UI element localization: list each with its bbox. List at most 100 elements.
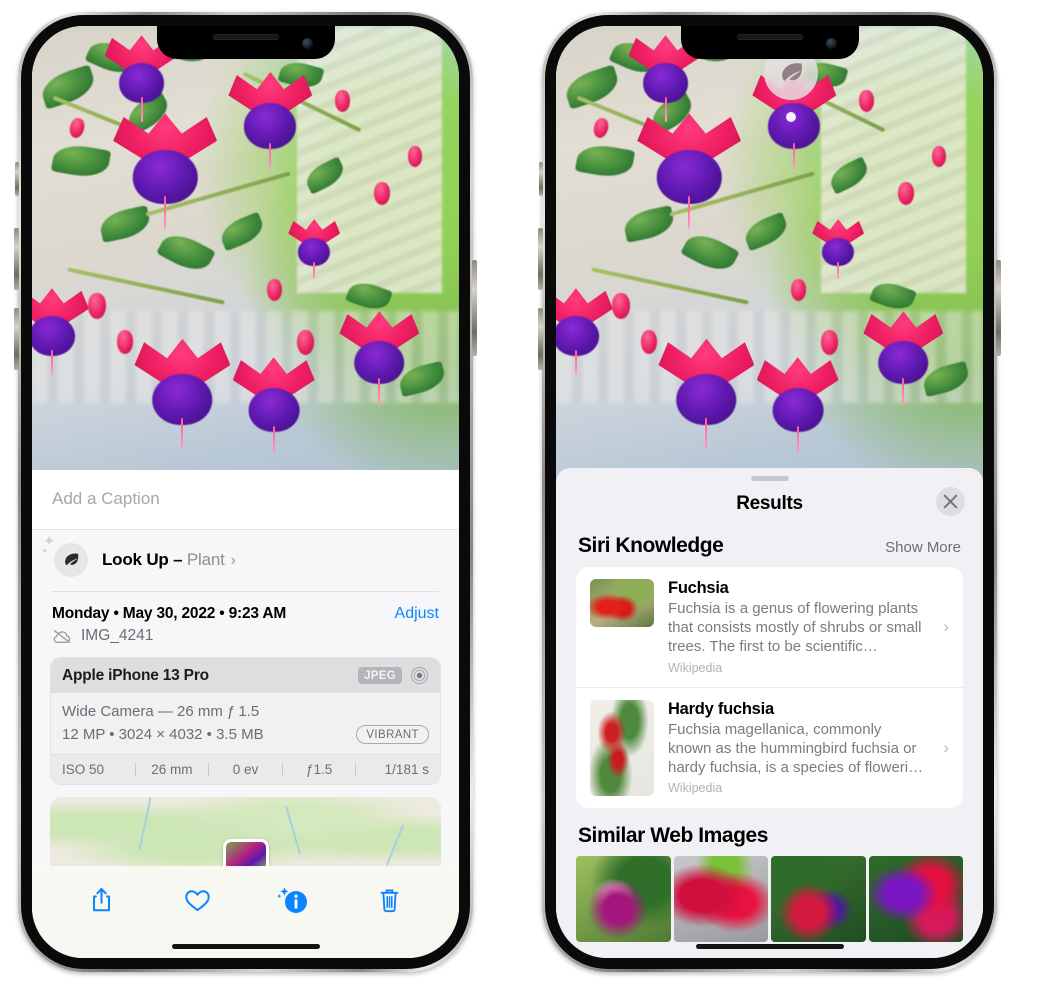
- look-up-row[interactable]: ✦ ✦ Look Up – Plant ›: [32, 530, 459, 591]
- info-sparkle-icon: [277, 887, 308, 913]
- section-title: Similar Web Images: [578, 823, 768, 847]
- photo-bloom: [812, 219, 865, 280]
- lens-line: Wide Camera — 26 mm ƒ 1.5: [62, 703, 260, 720]
- photo-bloom: [556, 288, 613, 375]
- section-title: Siri Knowledge: [578, 534, 724, 557]
- photo-bud: [820, 329, 838, 355]
- photo-bloom: [228, 72, 313, 171]
- photo-fuchsia[interactable]: [556, 26, 983, 486]
- sheet-title: Results: [736, 493, 803, 514]
- siri-knowledge-cards: Fuchsia Fuchsia is a genus of flowering …: [576, 567, 963, 808]
- share-button[interactable]: [82, 880, 122, 920]
- iphone-right: Results Siri Knowledge Show More Fuchsia…: [538, 12, 1001, 972]
- info-button[interactable]: [273, 880, 313, 920]
- similar-web-images-strip: [556, 855, 983, 942]
- pin-dot: [786, 112, 796, 122]
- result-thumbnail: [590, 579, 654, 627]
- photo-bloom: [339, 311, 420, 405]
- photo-bloom: [32, 288, 89, 375]
- result-title: Fuchsia: [668, 579, 729, 597]
- photo-bud: [790, 279, 806, 301]
- look-up-subject: Plant: [186, 550, 225, 569]
- power-button[interactable]: [472, 260, 477, 356]
- look-up-label: Look Up – Plant ›: [102, 550, 236, 570]
- format-badge: JPEG: [358, 667, 402, 684]
- web-image-thumbnail[interactable]: [576, 855, 671, 942]
- file-name: IMG_4241: [81, 627, 154, 644]
- silence-switch[interactable]: [15, 162, 19, 196]
- chevron-right-icon: ›: [230, 552, 236, 569]
- notch: [680, 26, 859, 59]
- list-item[interactable]: Fuchsia Fuchsia is a genus of flowering …: [576, 567, 963, 687]
- camera-card-body: Wide Camera — 26 mm ƒ 1.5 12 MP • 3024 ×…: [51, 693, 440, 754]
- web-image-thumbnail[interactable]: [868, 855, 963, 942]
- show-more-button[interactable]: Show More: [885, 539, 961, 556]
- result-source: Wikipedia: [668, 660, 723, 675]
- camera-model: Apple iPhone 13 Pro: [62, 666, 209, 684]
- file-row: IMG_4241: [32, 623, 459, 657]
- result-description: Fuchsia magellanica, commonly known as t…: [668, 720, 924, 776]
- photo-bloom: [232, 357, 315, 454]
- similar-web-images-header: Similar Web Images: [556, 808, 983, 856]
- siri-knowledge-header: Siri Knowledge Show More: [556, 529, 983, 567]
- map-photo-pin[interactable]: [222, 839, 269, 867]
- photo-bloom: [863, 311, 944, 405]
- exif-ev: 0 ev: [232, 762, 259, 777]
- sheet-header: Results: [556, 481, 983, 529]
- lens-icon: [410, 666, 429, 685]
- photo-bloom: [288, 219, 341, 280]
- close-icon: [943, 494, 958, 509]
- volume-down-button[interactable]: [14, 308, 19, 370]
- quality-badge: VIBRANT: [356, 725, 429, 744]
- results-sheet: Results Siri Knowledge Show More Fuchsia…: [556, 468, 983, 958]
- caption-row[interactable]: [32, 470, 459, 530]
- earpiece-speaker: [736, 34, 803, 40]
- adjust-button[interactable]: Adjust: [395, 605, 439, 623]
- photo-bud: [611, 292, 630, 319]
- photo-bud: [407, 145, 422, 167]
- look-up-prefix: Look Up –: [102, 550, 187, 569]
- cloud-slash-icon: [53, 629, 71, 643]
- photo-bud: [373, 182, 390, 206]
- caption-input[interactable]: [52, 489, 439, 509]
- photo-fuchsia[interactable]: [32, 26, 459, 486]
- sparkle-icon-small: ✦: [41, 546, 49, 556]
- earpiece-speaker: [212, 34, 279, 40]
- photo-bloom: [637, 113, 742, 229]
- chevron-right-icon: ›: [943, 737, 949, 757]
- web-image-thumbnail[interactable]: [673, 855, 768, 942]
- result-title: Hardy fuchsia: [668, 699, 774, 718]
- front-camera-icon: [301, 38, 313, 49]
- photo-location-map[interactable]: [50, 797, 441, 867]
- trash-icon: [380, 888, 399, 912]
- photo-meta-row: Monday • May 30, 2022 • 9:23 AM Adjust: [32, 592, 459, 623]
- photo-bloom: [134, 338, 231, 450]
- leaf-icon: ✦ ✦: [41, 534, 88, 577]
- list-item[interactable]: Hardy fuchsia Fuchsia magellanica, commo…: [576, 686, 963, 808]
- power-button[interactable]: [996, 260, 1001, 356]
- volume-down-button[interactable]: [538, 308, 543, 370]
- map-river: [138, 797, 152, 851]
- close-button[interactable]: [936, 487, 965, 516]
- iphone-left: ✦ ✦ Look Up – Plant › Monday • May 30, 20…: [14, 12, 477, 972]
- notch: [156, 26, 335, 59]
- phone-screen-left: ✦ ✦ Look Up – Plant › Monday • May 30, 20…: [32, 26, 459, 958]
- photo-bud: [931, 145, 946, 167]
- exif-aperture: ƒ1.5: [305, 762, 333, 777]
- volume-up-button[interactable]: [538, 228, 543, 290]
- photo-bloom: [113, 113, 218, 229]
- screenshot-stage: ✦ ✦ Look Up – Plant › Monday • May 30, 20…: [0, 0, 1055, 985]
- photo-bloom: [756, 357, 839, 454]
- camera-info-card[interactable]: Apple iPhone 13 Pro JPEG Wide Camera — 2…: [50, 657, 441, 785]
- photo-date: Monday • May 30, 2022 • 9:23 AM: [52, 605, 287, 622]
- exif-focal: 26 mm: [151, 762, 193, 777]
- delete-button[interactable]: [369, 880, 409, 920]
- exif-shutter: 1/181 s: [384, 762, 429, 777]
- home-indicator[interactable]: [695, 944, 844, 949]
- photo-bud: [897, 182, 914, 206]
- volume-up-button[interactable]: [14, 228, 19, 290]
- silence-switch[interactable]: [539, 162, 543, 196]
- favorite-button[interactable]: [178, 880, 218, 920]
- web-image-thumbnail[interactable]: [771, 855, 866, 942]
- home-indicator[interactable]: [171, 944, 320, 949]
